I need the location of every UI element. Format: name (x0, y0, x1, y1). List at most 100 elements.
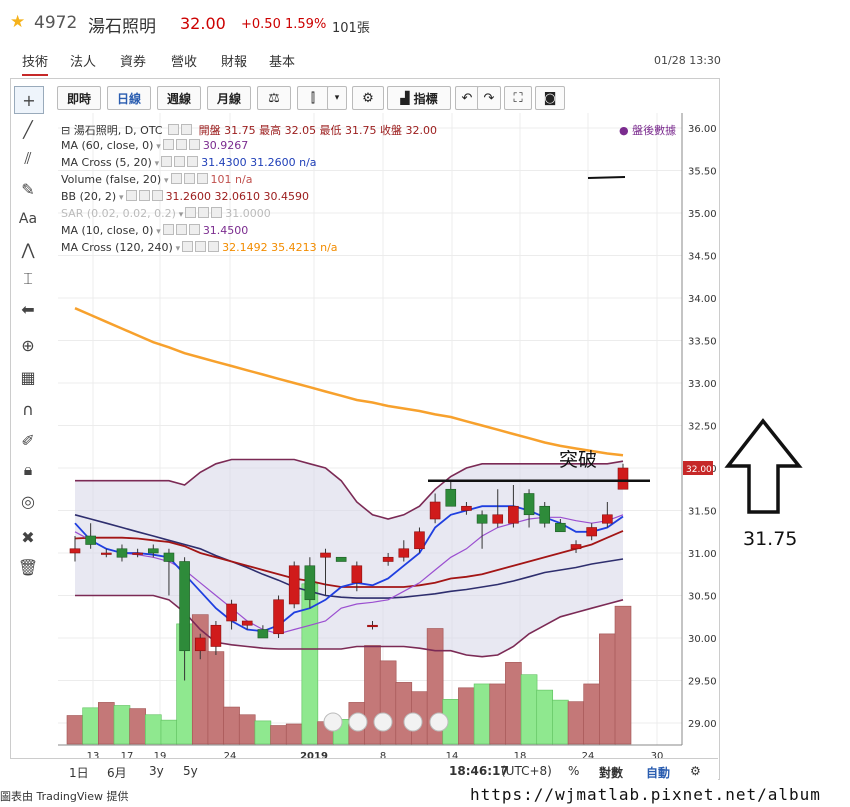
candle-body (288, 565, 300, 605)
legend-control-icon[interactable] (161, 156, 173, 167)
gear-icon[interactable]: ⚙ (690, 764, 701, 778)
candle-body (241, 620, 253, 626)
candle-body (382, 556, 394, 562)
legend-control-icon[interactable] (174, 156, 186, 167)
legend-control-icon[interactable] (183, 173, 195, 184)
y-tick-label: 33.00 (688, 379, 717, 390)
candle-body (85, 535, 96, 545)
percent-scale-button[interactable]: % (568, 764, 579, 778)
chevron-down-icon[interactable]: ▾ (116, 193, 124, 203)
chevron-down-icon[interactable]: ▾ (153, 227, 161, 237)
chart-bottom-bar: 1日 6月 3y 5y 18:46:17 (UTC+8) % 對數 自動 ⚙ (10, 758, 718, 781)
legend-control-icon[interactable] (208, 241, 220, 252)
legend-control-icon[interactable] (185, 207, 197, 218)
candle-body (523, 493, 535, 516)
chevron-down-icon[interactable]: ▾ (161, 176, 169, 186)
candle-body (508, 505, 519, 524)
volume-bar (395, 682, 413, 745)
legend-control-icon[interactable] (151, 190, 163, 201)
eye-icon[interactable] (168, 124, 180, 135)
legend-control-icon[interactable] (198, 207, 210, 218)
after-hours-link[interactable]: ● 盤後數據 (619, 122, 676, 138)
volume-bar (458, 687, 475, 745)
legend-control-icon[interactable] (182, 241, 194, 252)
candle-body (414, 531, 425, 550)
legend-control-icon[interactable] (125, 190, 137, 201)
chevron-down-icon[interactable]: ▾ (152, 159, 160, 169)
after-hours-label: 盤後數據 (632, 124, 677, 137)
legend-control-icon[interactable] (162, 139, 174, 150)
candle-body (476, 514, 488, 524)
legend-control-icon[interactable] (188, 139, 200, 150)
ma120-line (74, 307, 624, 457)
legend-control-icon[interactable] (162, 224, 174, 235)
candle-body (398, 548, 410, 558)
legend-row-title: MA Cross (120, 240) (61, 241, 173, 254)
range-5y-button[interactable]: 5y (183, 764, 198, 778)
volume-bar (160, 719, 178, 745)
volume-bar (66, 715, 84, 745)
legend-control-icon[interactable] (196, 173, 208, 184)
zoom-control-icon (323, 712, 343, 732)
volume-bar (223, 706, 240, 745)
volume-bar (82, 707, 99, 745)
range-3y-button[interactable]: 3y (149, 764, 164, 778)
legend-control-icon[interactable] (170, 173, 182, 184)
auto-scale-button[interactable]: 自動 (646, 764, 670, 781)
volume-bar (567, 701, 585, 745)
log-scale-button[interactable]: 對數 (599, 764, 623, 781)
collapse-icon[interactable]: ⊟ (61, 124, 70, 137)
candle-body (335, 556, 347, 562)
candle-body (163, 552, 175, 562)
zoom-control-icon (373, 712, 393, 732)
last-price-label: 32.00 (686, 465, 712, 475)
y-tick-label: 31.00 (688, 549, 717, 560)
candle-body (304, 565, 316, 601)
y-tick-label: 36.00 (688, 124, 717, 135)
chevron-down-icon[interactable]: ▾ (173, 244, 181, 254)
candle-body (69, 548, 81, 554)
legend-row: Volume (false, 20) ▾ 101 n/a (61, 173, 252, 186)
legend-control-icon[interactable] (211, 207, 223, 218)
legend-row: MA (10, close, 0) ▾ 31.4500 (61, 224, 248, 237)
volume-bar (285, 723, 303, 745)
settings-small-icon[interactable] (181, 124, 193, 135)
annotations: 突破 (323, 176, 803, 732)
legend-control-icon[interactable] (138, 190, 150, 201)
candle-body (570, 544, 582, 550)
candle-body (586, 527, 597, 537)
volume-bar (207, 651, 225, 745)
price-axis: 29.00 29.50 30.00 30.50 31.00 31.50 32.00 32.50… (683, 124, 717, 730)
legend-control-icon[interactable] (195, 241, 207, 252)
range-6m-button[interactable]: 6月 (107, 764, 127, 781)
y-tick-label: 30.00 (688, 634, 717, 645)
main-series-title: 湯石照明, D, OTC (73, 124, 163, 137)
candle-body (351, 565, 363, 584)
candle-body (132, 552, 143, 555)
volume-bar (552, 699, 569, 745)
legend-row-title: MA Cross (5, 20) (61, 156, 152, 169)
zoom-control-icon (348, 712, 368, 732)
timezone-button[interactable]: (UTC+8) (501, 764, 552, 778)
volume-bar (129, 708, 146, 745)
y-tick-label: 31.50 (688, 507, 717, 518)
chevron-down-icon[interactable]: ▾ (153, 142, 161, 152)
range-1d-button[interactable]: 1日 (69, 764, 89, 781)
drawn-dash-line (587, 176, 626, 179)
volume-bar (270, 725, 287, 745)
legend-control-icon[interactable] (187, 156, 199, 167)
candle-body (210, 624, 222, 647)
candle-body (116, 548, 128, 558)
candle-body (602, 514, 613, 524)
legend-control-icon[interactable] (188, 224, 200, 235)
legend-control-icon[interactable] (175, 224, 187, 235)
legend-row: MA Cross (120, 240) ▾ 32.1492 35.4213 n/a (61, 241, 338, 254)
chevron-down-icon[interactable]: ▾ (176, 210, 184, 220)
y-tick-label: 33.50 (688, 337, 717, 348)
volume-bar (536, 689, 554, 745)
legend-control-icon[interactable] (175, 139, 187, 150)
volume-bar (599, 633, 616, 745)
volume-bar (238, 714, 256, 745)
legend-row-title: MA (10, close, 0) (61, 224, 154, 237)
candle-body (226, 603, 237, 622)
